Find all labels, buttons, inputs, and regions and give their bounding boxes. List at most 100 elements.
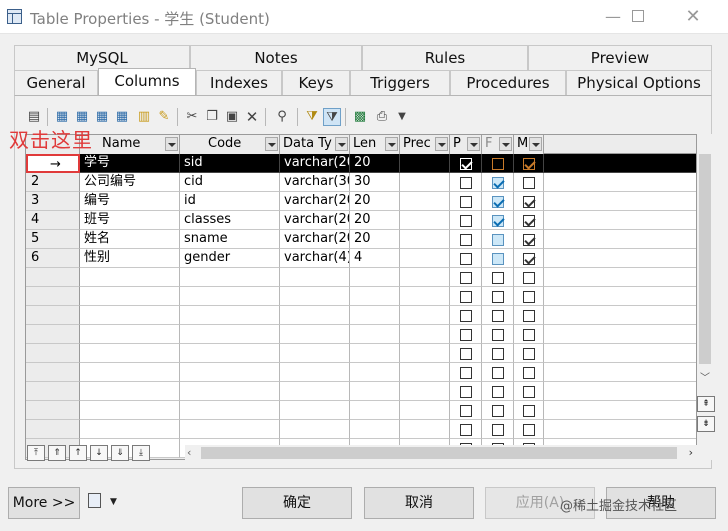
print-icon[interactable]: ⎙ — [373, 108, 391, 126]
cell-name[interactable] — [80, 306, 180, 325]
mandatory-checkbox[interactable] — [523, 196, 535, 208]
cell-data-type[interactable] — [280, 420, 350, 439]
chevron-down-icon[interactable] — [265, 137, 278, 151]
cut-icon[interactable]: ✂ — [183, 108, 201, 126]
more-button[interactable]: More >> — [8, 487, 80, 519]
row-number[interactable] — [26, 287, 80, 306]
primary-checkbox[interactable] — [460, 329, 472, 341]
cell-data-type[interactable]: varchar(20 — [280, 211, 350, 230]
foreign-checkbox[interactable] — [492, 348, 504, 360]
tab-preview[interactable]: Preview — [528, 45, 712, 70]
chevron-down-icon[interactable] — [165, 137, 178, 151]
column-header-foreign[interactable]: F — [482, 135, 514, 154]
cell-length[interactable]: 20 — [350, 154, 400, 173]
cell-data-type[interactable] — [280, 344, 350, 363]
ok-button[interactable]: 确定 — [242, 487, 352, 519]
table-row[interactable] — [26, 344, 696, 363]
foreign-checkbox[interactable] — [492, 234, 504, 246]
cell-code[interactable] — [180, 363, 280, 382]
row-number[interactable]: 5 — [26, 230, 80, 249]
cell-code[interactable] — [180, 344, 280, 363]
column-header-code[interactable]: Code — [180, 135, 280, 154]
document-icon[interactable] — [88, 493, 101, 508]
cell-name[interactable] — [80, 363, 180, 382]
table-row[interactable] — [26, 306, 696, 325]
close-icon[interactable]: ✕ — [670, 0, 716, 34]
move-page-down-icon[interactable]: ⇓ — [111, 445, 129, 461]
tab-general[interactable]: General — [14, 70, 98, 95]
cell-code[interactable] — [180, 268, 280, 287]
primary-checkbox[interactable] — [460, 158, 472, 170]
cell-code[interactable] — [180, 420, 280, 439]
mandatory-checkbox[interactable] — [523, 177, 535, 189]
table-row[interactable] — [26, 363, 696, 382]
primary-checkbox[interactable] — [460, 386, 472, 398]
cell-data-type[interactable] — [280, 325, 350, 344]
tab-rules[interactable]: Rules — [362, 45, 528, 70]
column-header-primary[interactable]: P — [450, 135, 482, 154]
chevron-down-icon[interactable] — [435, 137, 448, 151]
move-top-icon[interactable]: ⤒ — [27, 445, 45, 461]
cell-code[interactable] — [180, 382, 280, 401]
cell-name[interactable] — [80, 287, 180, 306]
cell-precision[interactable] — [400, 344, 450, 363]
cell-data-type[interactable]: varchar(20 — [280, 230, 350, 249]
vertical-scrollbar[interactable]: ﹀ ⇞ ⇟ — [697, 134, 715, 460]
move-page-up-icon[interactable]: ⇑ — [48, 445, 66, 461]
mandatory-checkbox[interactable] — [523, 367, 535, 379]
mandatory-checkbox[interactable] — [523, 348, 535, 360]
table-row[interactable]: 4 班号 classes varchar(20 20 — [26, 211, 696, 230]
row-number[interactable]: → — [26, 154, 80, 173]
cell-code[interactable] — [180, 287, 280, 306]
cell-precision[interactable] — [400, 154, 450, 173]
cell-code[interactable]: sname — [180, 230, 280, 249]
tab-columns[interactable]: Columns — [98, 68, 196, 95]
foreign-checkbox[interactable] — [492, 272, 504, 284]
foreign-checkbox[interactable] — [492, 158, 504, 170]
cell-code[interactable]: id — [180, 192, 280, 211]
cell-data-type[interactable] — [280, 401, 350, 420]
table-row[interactable]: → 学号 sid varchar(20 20 — [26, 154, 696, 173]
table-row[interactable]: 3 编号 id varchar(20 20 — [26, 192, 696, 211]
cell-data-type[interactable] — [280, 268, 350, 287]
foreign-checkbox[interactable] — [492, 405, 504, 417]
row-number[interactable]: 2 — [26, 173, 80, 192]
horizontal-scrollbar-thumb[interactable] — [201, 447, 677, 459]
cell-name[interactable]: 班号 — [80, 211, 180, 230]
cell-data-type[interactable] — [280, 382, 350, 401]
primary-checkbox[interactable] — [460, 196, 472, 208]
cell-code[interactable] — [180, 306, 280, 325]
cell-code[interactable]: gender — [180, 249, 280, 268]
tab-indexes[interactable]: Indexes — [196, 70, 282, 95]
scroll-down-arrow-icon[interactable]: ﹀ — [699, 372, 711, 386]
cell-name[interactable]: 学号 — [80, 154, 180, 173]
cell-name[interactable]: 公司编号 — [80, 173, 180, 192]
chevron-down-icon[interactable] — [529, 137, 542, 151]
primary-checkbox[interactable] — [460, 367, 472, 379]
find-icon[interactable]: ⚲ — [273, 108, 291, 126]
add-columns-icon[interactable]: ▦ — [93, 108, 111, 126]
foreign-checkbox[interactable] — [492, 177, 504, 189]
cell-precision[interactable] — [400, 211, 450, 230]
table-row[interactable] — [26, 287, 696, 306]
row-number[interactable]: 6 — [26, 249, 80, 268]
columns-grid[interactable]: Name Code Data Ty Len Prec P F M → 学号 sid v… — [25, 134, 697, 460]
row-number[interactable] — [26, 382, 80, 401]
table-row[interactable] — [26, 420, 696, 439]
cell-precision[interactable] — [400, 287, 450, 306]
row-number[interactable] — [26, 306, 80, 325]
primary-checkbox[interactable] — [460, 177, 472, 189]
column-header-length[interactable]: Len — [350, 135, 400, 154]
new-domain-icon[interactable]: ▥ — [135, 108, 153, 126]
tab-procedures[interactable]: Procedures — [450, 70, 566, 95]
cell-precision[interactable] — [400, 268, 450, 287]
tab-triggers[interactable]: Triggers — [350, 70, 450, 95]
cell-length[interactable] — [350, 325, 400, 344]
cell-name[interactable]: 姓名 — [80, 230, 180, 249]
cell-name[interactable]: 性别 — [80, 249, 180, 268]
table-row[interactable]: 6 性别 gender varchar(4) 4 — [26, 249, 696, 268]
primary-checkbox[interactable] — [460, 348, 472, 360]
maximize-icon[interactable] — [632, 10, 644, 22]
mandatory-checkbox[interactable] — [523, 424, 535, 436]
primary-checkbox[interactable] — [460, 215, 472, 227]
